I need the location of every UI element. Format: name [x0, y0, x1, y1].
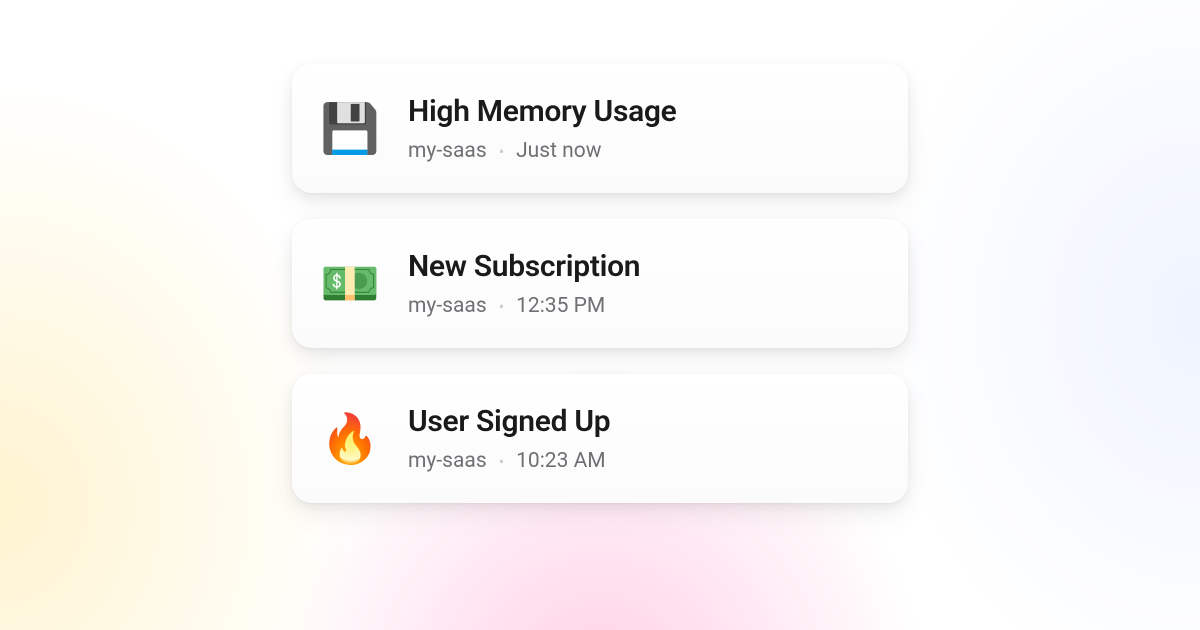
- separator-dot: •: [499, 452, 504, 471]
- separator-dot: •: [499, 297, 504, 316]
- notification-title: New Subscription: [408, 249, 640, 284]
- notification-project: my-saas: [408, 139, 487, 163]
- separator-dot: •: [499, 142, 504, 161]
- notification-time: 10:23 AM: [516, 449, 606, 473]
- notification-subline: my-saas • Just now: [408, 139, 677, 163]
- notification-card[interactable]: 🔥 User Signed Up my-saas • 10:23 AM: [292, 374, 908, 503]
- notification-project: my-saas: [408, 449, 487, 473]
- notification-time: 12:35 PM: [516, 294, 605, 318]
- notification-body: User Signed Up my-saas • 10:23 AM: [408, 404, 610, 473]
- notification-body: High Memory Usage my-saas • Just now: [408, 94, 677, 163]
- floppy-disk-icon: 💾: [320, 99, 380, 159]
- notification-subline: my-saas • 10:23 AM: [408, 449, 610, 473]
- notification-title: User Signed Up: [408, 404, 610, 439]
- notifications-list: 💾 High Memory Usage my-saas • Just now 💵…: [292, 64, 908, 503]
- notification-title: High Memory Usage: [408, 94, 677, 129]
- money-icon: 💵: [320, 254, 380, 314]
- notification-time: Just now: [516, 139, 601, 163]
- notification-subline: my-saas • 12:35 PM: [408, 294, 640, 318]
- notification-body: New Subscription my-saas • 12:35 PM: [408, 249, 640, 318]
- notification-card[interactable]: 💾 High Memory Usage my-saas • Just now: [292, 64, 908, 193]
- notification-project: my-saas: [408, 294, 487, 318]
- notification-card[interactable]: 💵 New Subscription my-saas • 12:35 PM: [292, 219, 908, 348]
- fire-icon: 🔥: [320, 409, 380, 469]
